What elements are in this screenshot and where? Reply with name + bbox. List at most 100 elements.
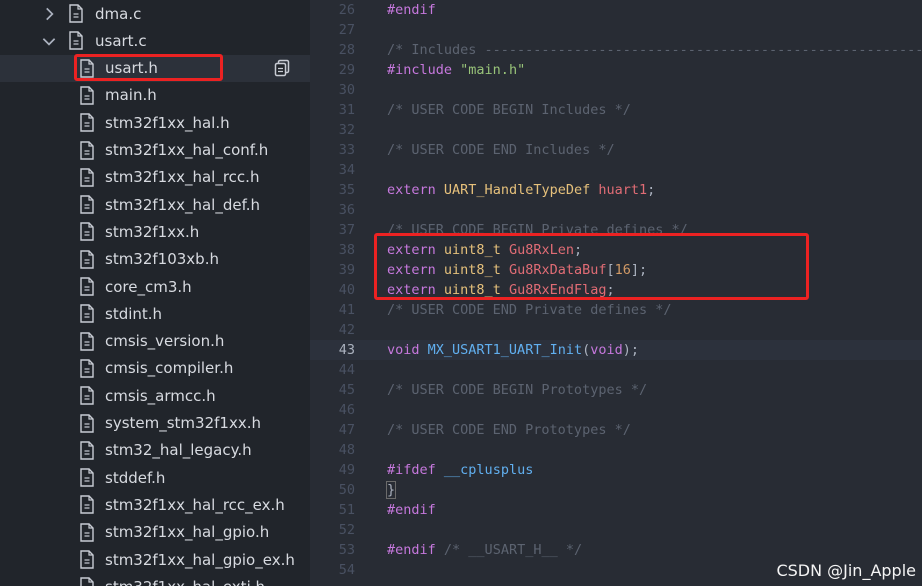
file-icon bbox=[80, 577, 94, 586]
tree-item-label: main.h bbox=[105, 86, 157, 105]
code-line[interactable]: 35 extern UART_HandleTypeDef huart1; bbox=[310, 180, 922, 200]
tree-file-item[interactable]: stm32_hal_legacy.h bbox=[0, 437, 310, 464]
tree-file-item[interactable]: stm32f1xx_hal_gpio.h bbox=[0, 519, 310, 546]
code-line[interactable]: 29 #include "main.h" bbox=[310, 60, 922, 80]
code-token-punct bbox=[436, 282, 444, 298]
tree-file-item[interactable]: stm32f1xx_hal_exti.h bbox=[0, 573, 310, 586]
file-icon bbox=[80, 168, 94, 187]
tree-folder-item[interactable]: dma.c bbox=[0, 0, 310, 27]
line-number: 39 bbox=[338, 262, 355, 278]
tree-item-label: stddef.h bbox=[105, 468, 166, 487]
tree-item-label: stdint.h bbox=[105, 304, 163, 323]
code-line[interactable]: 40 extern uint8_t Gu8RxEndFlag; bbox=[310, 280, 922, 300]
code-line[interactable]: 42 bbox=[310, 320, 922, 340]
code-line[interactable]: 52 bbox=[310, 520, 922, 540]
code-line[interactable]: 39 extern uint8_t Gu8RxDataBuf[16]; bbox=[310, 260, 922, 280]
tree-file-item[interactable]: usart.h bbox=[0, 54, 310, 82]
file-icon bbox=[80, 359, 94, 378]
code-token-type: UART_HandleTypeDef bbox=[443, 182, 591, 198]
code-line[interactable]: 41 /* USER CODE END Private defines */ bbox=[310, 300, 922, 320]
code-text: #endif /* __USART_H__ */ bbox=[387, 540, 582, 560]
tree-item-label: stm32f1xx_hal_rcc_ex.h bbox=[105, 495, 285, 514]
code-editor[interactable]: 26 #endif 27 28 /* Includes ----------------… bbox=[310, 0, 922, 586]
tree-file-item[interactable]: cmsis_version.h bbox=[0, 328, 310, 355]
tree-file-item[interactable]: stm32f1xx.h bbox=[0, 218, 310, 245]
code-token-func: __cplusplus bbox=[443, 462, 534, 478]
line-number: 47 bbox=[338, 422, 355, 438]
code-token-var: Gu8RxLen bbox=[508, 242, 574, 258]
code-token-string: "main.h" bbox=[460, 62, 526, 78]
code-token-comment: /* Includes ----------------------------… bbox=[387, 42, 922, 58]
tree-file-item[interactable]: stdint.h bbox=[0, 300, 310, 327]
tree-item-label: stm32f1xx_hal_conf.h bbox=[105, 141, 269, 159]
tree-file-item[interactable]: stm32f1xx_hal_def.h bbox=[0, 191, 310, 218]
code-line[interactable]: 49 #ifdef __cplusplus bbox=[310, 460, 922, 480]
code-line[interactable]: 31 /* USER CODE BEGIN Includes */ bbox=[310, 100, 922, 120]
code-text: extern uint8_t Gu8RxLen; bbox=[387, 240, 582, 260]
code-token-punct: ; bbox=[606, 282, 615, 298]
code-line[interactable]: 46 bbox=[310, 400, 922, 420]
line-number: 31 bbox=[338, 102, 355, 118]
tree-file-item[interactable]: stm32f103xb.h bbox=[0, 246, 310, 273]
code-token-comment: /* USER CODE END Prototypes */ bbox=[387, 422, 631, 438]
code-token-brace: } bbox=[385, 481, 397, 499]
code-token-keyword: extern bbox=[387, 242, 436, 258]
code-text: /* USER CODE END Includes */ bbox=[387, 140, 615, 160]
code-line[interactable]: 50} bbox=[310, 480, 922, 500]
code-token-comment: /* USER CODE END Private defines */ bbox=[387, 302, 672, 318]
tree-item-label: stm32f1xx_hal_gpio.h bbox=[105, 523, 270, 542]
code-line[interactable]: 33 /* USER CODE END Includes */ bbox=[310, 140, 922, 160]
code-line[interactable]: 44 bbox=[310, 360, 922, 380]
tree-file-item[interactable]: stm32f1xx_hal_gpio_ex.h bbox=[0, 546, 310, 573]
code-token-punct: ); bbox=[622, 342, 640, 358]
tree-file-item[interactable]: stm32f1xx_hal_conf.h bbox=[0, 137, 310, 164]
code-line[interactable]: 45 /* USER CODE BEGIN Prototypes */ bbox=[310, 380, 922, 400]
line-number: 29 bbox=[338, 62, 355, 78]
tree-file-item[interactable]: stm32f1xx_hal_rcc_ex.h bbox=[0, 491, 310, 518]
file-icon bbox=[80, 495, 94, 515]
code-line[interactable]: 51 #endif bbox=[310, 500, 922, 520]
chevron-down-icon[interactable] bbox=[40, 32, 58, 50]
tree-item-label: usart.h bbox=[105, 59, 158, 78]
code-line[interactable]: 27 bbox=[310, 20, 922, 40]
code-line[interactable]: 53 #endif /* __USART_H__ */ bbox=[310, 540, 922, 560]
file-explorer-sidebar: dma.c usart.c usart.h main.h stm32f1xx_hal.h… bbox=[0, 0, 310, 586]
copy-icon[interactable] bbox=[273, 59, 291, 77]
file-icon bbox=[80, 222, 94, 242]
code-line[interactable]: 30 bbox=[310, 80, 922, 100]
code-token-type: uint8_t bbox=[443, 262, 501, 278]
code-line[interactable]: 47 /* USER CODE END Prototypes */ bbox=[310, 420, 922, 440]
code-token-keyword: #ifdef bbox=[387, 462, 436, 478]
tree-item-label: stm32f1xx_hal_exti.h bbox=[105, 578, 265, 586]
line-number: 49 bbox=[338, 462, 355, 478]
code-text: #endif bbox=[387, 0, 436, 20]
line-number: 32 bbox=[338, 122, 355, 138]
code-line[interactable]: 48 bbox=[310, 440, 922, 460]
code-line[interactable]: 32 bbox=[310, 120, 922, 140]
tree-file-item[interactable]: core_cm3.h bbox=[0, 273, 310, 300]
line-number: 51 bbox=[338, 502, 355, 518]
tree-file-item[interactable]: stm32f1xx_hal.h bbox=[0, 109, 310, 136]
code-token-keyword: void bbox=[590, 342, 623, 358]
code-line[interactable]: 26 #endif bbox=[310, 0, 922, 20]
code-line[interactable]: 43 void MX_USART1_UART_Init(void); bbox=[310, 340, 922, 360]
code-line[interactable]: 34 bbox=[310, 160, 922, 180]
tree-file-item[interactable]: stddef.h bbox=[0, 464, 310, 491]
chevron-right-icon[interactable] bbox=[40, 5, 58, 23]
code-line[interactable]: 37 /* USER CODE BEGIN Private defines */ bbox=[310, 220, 922, 240]
tree-folder-item[interactable]: usart.c bbox=[0, 27, 310, 54]
code-line[interactable]: 38 extern uint8_t Gu8RxLen; bbox=[310, 240, 922, 260]
file-icon bbox=[80, 58, 94, 78]
tree-file-item[interactable]: cmsis_armcc.h bbox=[0, 382, 310, 409]
tree-file-item[interactable]: cmsis_compiler.h bbox=[0, 355, 310, 382]
code-line[interactable]: 28 /* Includes --------------------------… bbox=[310, 40, 922, 60]
file-icon bbox=[80, 195, 94, 214]
tree-file-item[interactable]: main.h bbox=[0, 82, 310, 109]
tree-item-label: cmsis_armcc.h bbox=[105, 386, 216, 405]
tree-file-item[interactable]: system_stm32f1xx.h bbox=[0, 410, 310, 437]
watermark-text: CSDN @Jin_Apple bbox=[776, 561, 916, 580]
tree-file-item[interactable]: stm32f1xx_hal_rcc.h bbox=[0, 164, 310, 191]
code-text: void MX_USART1_UART_Init(void); bbox=[387, 340, 639, 360]
code-line[interactable]: 36 bbox=[310, 200, 922, 220]
tree-item-label: usart.c bbox=[95, 31, 147, 50]
